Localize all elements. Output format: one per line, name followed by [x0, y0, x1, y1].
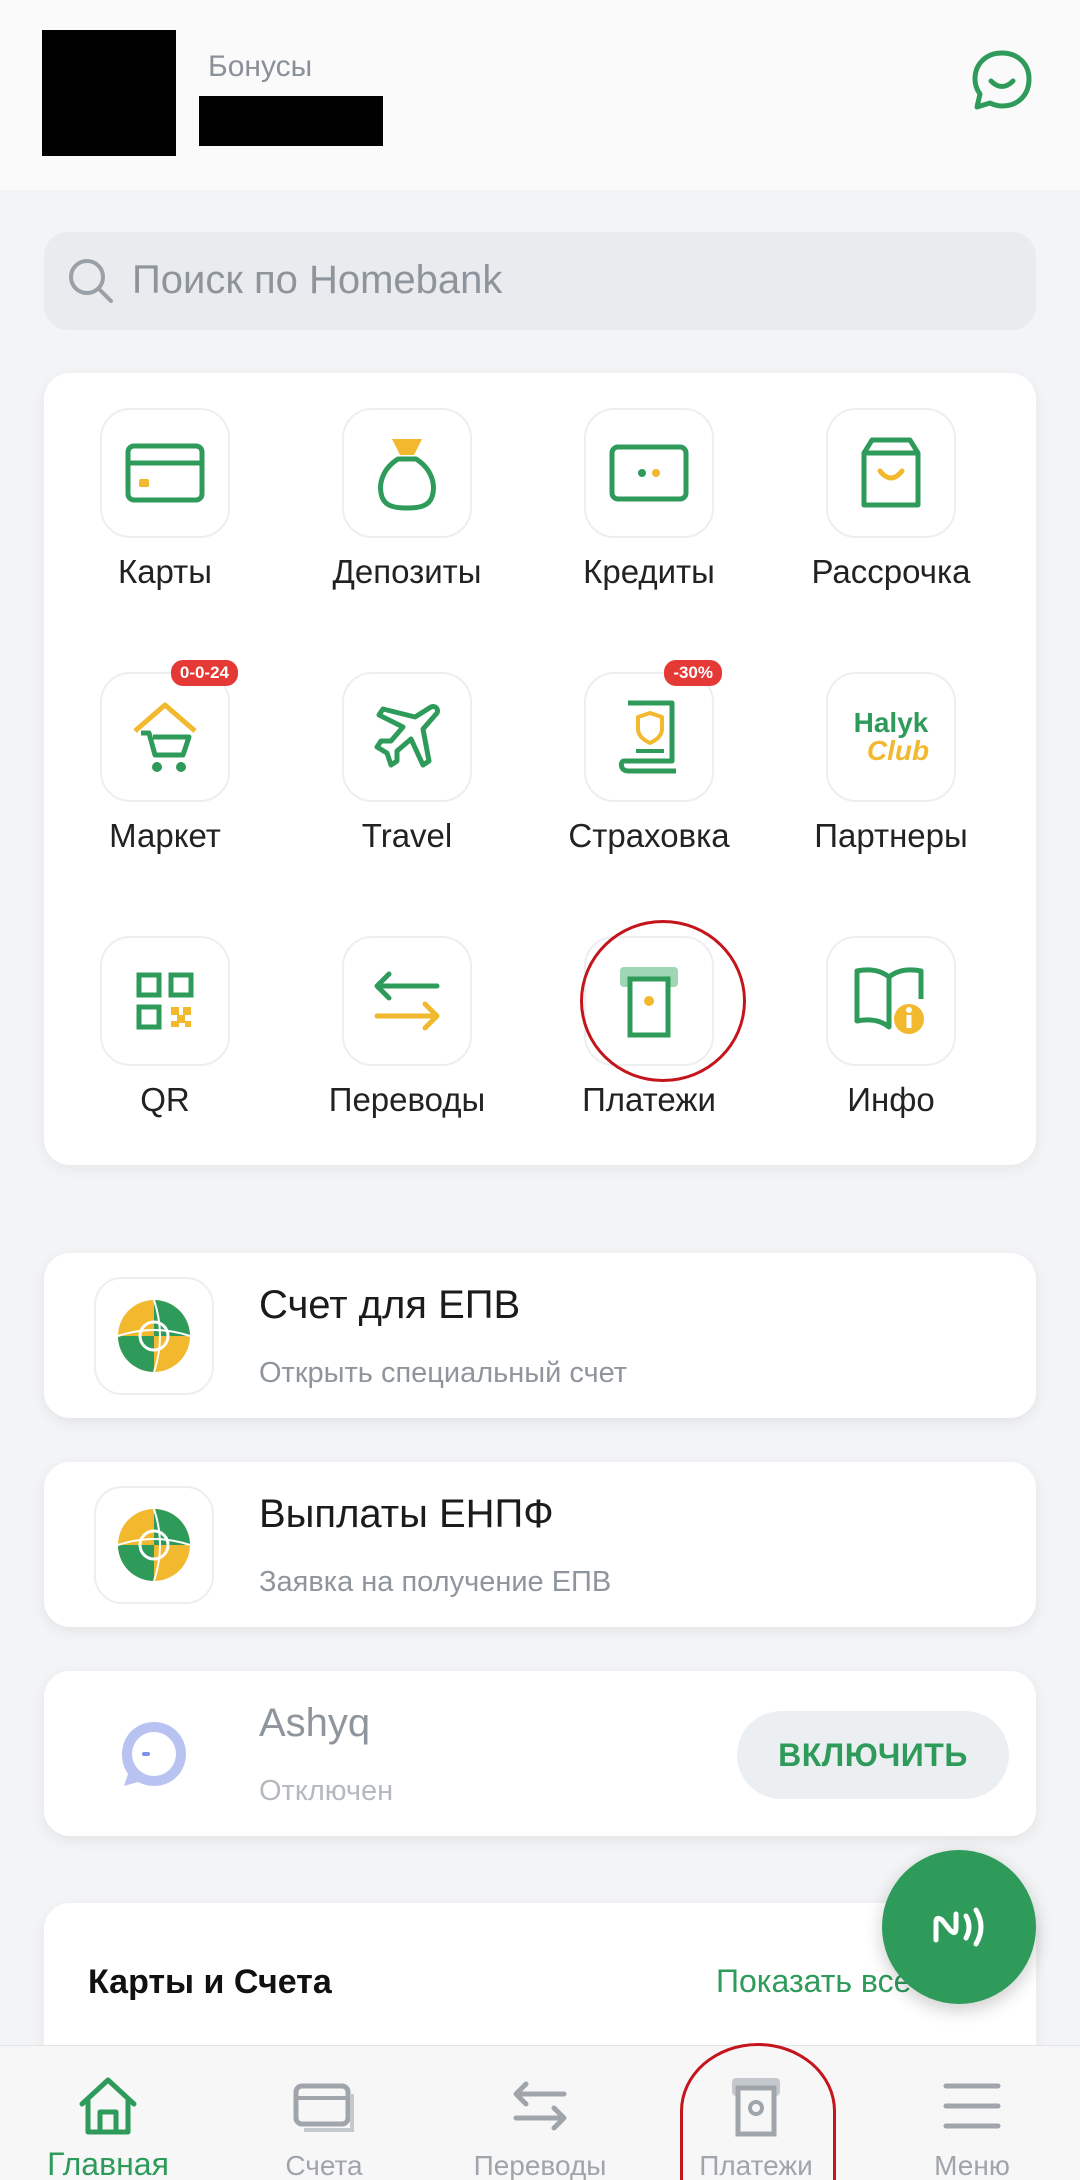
- tile-label: Карты: [117, 553, 213, 590]
- card-title: Выплаты ЕНПФ: [259, 1492, 554, 1536]
- tile-label: Страховка: [568, 817, 730, 854]
- tile-credits[interactable]: Кредиты: [528, 373, 770, 603]
- tile-insurance[interactable]: -30% Страховка: [528, 637, 770, 867]
- tile-label: Кредиты: [583, 553, 715, 590]
- avatar[interactable]: [42, 30, 176, 156]
- enpf-logo-icon: [94, 1486, 214, 1604]
- enable-button[interactable]: ВКЛЮЧИТЬ: [737, 1711, 1009, 1799]
- chat-icon[interactable]: [970, 48, 1034, 112]
- tile-partners[interactable]: Halyk Club Партнеры: [770, 637, 1012, 867]
- bonus-label: Бонусы: [208, 50, 313, 83]
- market-cart-icon: 0-0-24: [100, 660, 238, 802]
- ashyq-logo-icon: [94, 1695, 214, 1813]
- quick-actions-grid: Карты Депозиты Кредиты Рассрочка 0-0-24 …: [44, 373, 1036, 1165]
- airplane-icon: [342, 672, 472, 802]
- nav-home[interactable]: Главная: [0, 2046, 216, 2180]
- highlight-ring: [580, 920, 746, 1082]
- halyk-logo-text: Halyk: [853, 707, 929, 738]
- nav-menu[interactable]: Меню: [864, 2046, 1080, 2180]
- search-placeholder: Поиск по Homebank: [132, 258, 503, 302]
- nav-accounts[interactable]: Счета: [216, 2046, 432, 2180]
- tile-label: Рассрочка: [811, 553, 971, 590]
- card-subtitle: Открыть специальный счет: [259, 1357, 628, 1389]
- nfc-icon: [933, 1907, 984, 1947]
- epv-account-card[interactable]: Счет для ЕПВ Открыть специальный счет: [44, 1253, 1036, 1418]
- credit-icon: [584, 408, 714, 538]
- nav-label: Главная: [47, 2146, 169, 2180]
- halyk-club-icon: Halyk Club: [826, 672, 956, 802]
- tile-label: Переводы: [328, 1081, 486, 1118]
- bonus-value: [199, 96, 383, 146]
- ashyq-card[interactable]: Ashyq Отключен ВКЛЮЧИТЬ: [44, 1671, 1036, 1836]
- tile-transfers[interactable]: Переводы: [286, 901, 528, 1131]
- nfc-pay-button[interactable]: [882, 1850, 1036, 2004]
- tile-qr[interactable]: QR: [44, 901, 286, 1131]
- shopping-bag-icon: [826, 408, 956, 538]
- tile-label: Travel: [361, 817, 453, 854]
- club-logo-text: Club: [866, 735, 930, 766]
- tile-label: Партнеры: [814, 817, 968, 854]
- tile-label: QR: [140, 1081, 190, 1118]
- transfers-icon: [508, 2074, 572, 2138]
- nav-label: Счета: [285, 2150, 363, 2180]
- tile-label: Депозиты: [332, 553, 482, 590]
- info-book-icon: [826, 936, 956, 1066]
- nav-label: Переводы: [473, 2150, 607, 2180]
- card-icon: [100, 408, 230, 538]
- tile-market[interactable]: 0-0-24 Маркет: [44, 637, 286, 867]
- transfer-arrows-icon: [342, 936, 472, 1066]
- card-subtitle: Отключен: [259, 1775, 394, 1807]
- tile-cards[interactable]: Карты: [44, 373, 286, 603]
- search-icon: [66, 256, 116, 306]
- card-title: Счет для ЕПВ: [259, 1283, 521, 1327]
- card-title: Ashyq: [259, 1701, 371, 1745]
- money-bag-icon: [342, 408, 472, 538]
- menu-icon: [940, 2074, 1004, 2138]
- highlight-ring: [680, 2043, 836, 2180]
- accounts-icon: [292, 2074, 356, 2138]
- qr-icon: [100, 936, 230, 1066]
- promo-badge: 0-0-24: [170, 660, 238, 686]
- nav-transfers[interactable]: Переводы: [432, 2046, 648, 2180]
- bottom-nav: Главная Счета Переводы Платежи Меню: [0, 2045, 1080, 2180]
- search-input[interactable]: Поиск по Homebank: [44, 232, 1036, 330]
- nav-label: Меню: [934, 2150, 1010, 2180]
- discount-badge: -30%: [664, 660, 722, 686]
- tile-info[interactable]: Инфо: [770, 901, 1012, 1131]
- accounts-title: Карты и Счета: [88, 1963, 332, 2001]
- tile-label: Инфо: [847, 1081, 935, 1118]
- insurance-icon: -30%: [584, 660, 722, 802]
- card-subtitle: Заявка на получение ЕПВ: [259, 1566, 612, 1598]
- enpf-payments-card[interactable]: Выплаты ЕНПФ Заявка на получение ЕПВ: [44, 1462, 1036, 1627]
- enpf-logo-icon: [94, 1277, 214, 1395]
- tile-travel[interactable]: Travel: [286, 637, 528, 867]
- show-all-link[interactable]: Показать все: [716, 1963, 911, 2000]
- tile-deposits[interactable]: Депозиты: [286, 373, 528, 603]
- home-icon: [76, 2074, 140, 2138]
- tile-label: Маркет: [109, 817, 221, 854]
- tile-label: Платежи: [582, 1081, 716, 1118]
- tile-installments[interactable]: Рассрочка: [770, 373, 1012, 603]
